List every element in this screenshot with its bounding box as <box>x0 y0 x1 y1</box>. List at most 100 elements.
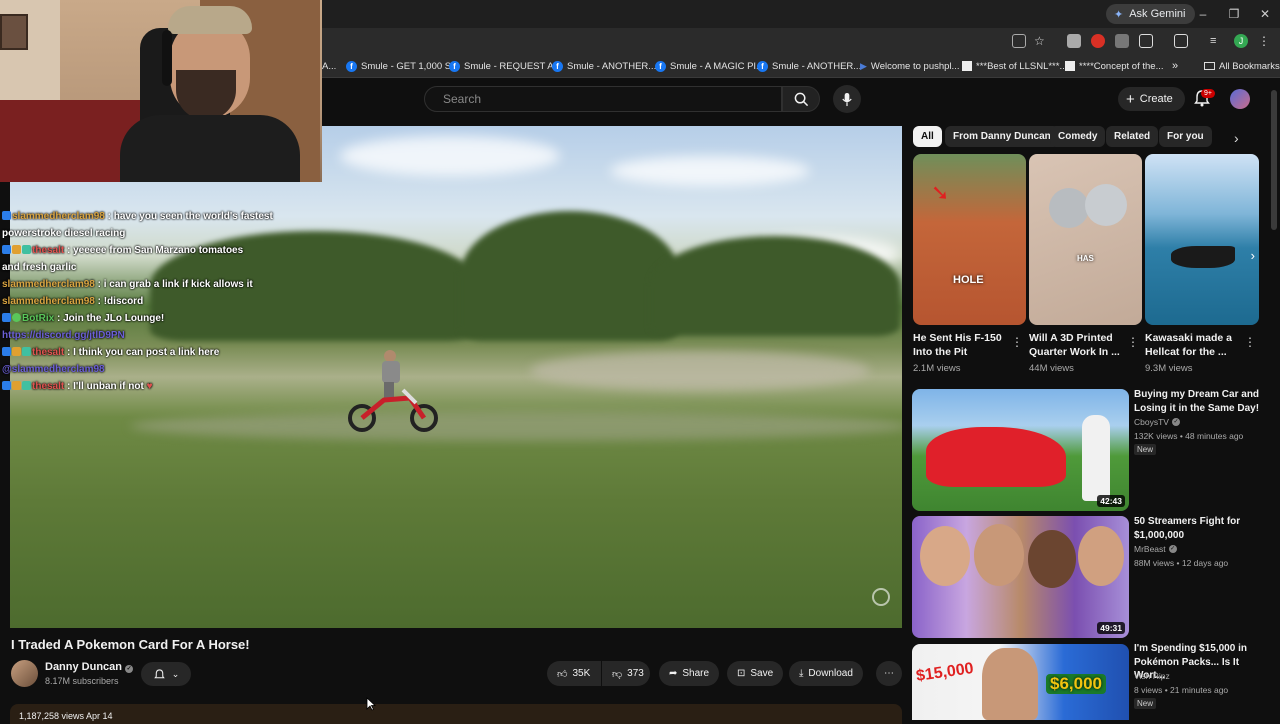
red-car <box>926 427 1066 487</box>
facebook-icon: f <box>449 60 460 72</box>
short-title[interactable]: Kawasaki made a Hellcat for the ... <box>1145 331 1239 359</box>
chip-from-channel[interactable]: From Danny Duncan <box>945 126 1059 147</box>
verified-icon: ✓ <box>1171 418 1180 426</box>
video-title: I Traded A Pokemon Card For A Horse! <box>11 637 250 652</box>
face <box>974 524 1024 586</box>
short-title[interactable]: Will A 3D Printed Quarter Work In ... <box>1029 331 1123 359</box>
shirt <box>120 115 300 182</box>
bookmark-item[interactable]: ▶ Welcome to pushpl... <box>860 58 959 74</box>
video-title-link[interactable]: Buying my Dream Car and Losing it in the… <box>1134 388 1260 415</box>
short-title[interactable]: He Sent His F-150 Into the Pit <box>913 331 1007 359</box>
voice-search-button[interactable] <box>833 85 861 113</box>
ask-gemini-button[interactable]: ✦ Ask Gemini <box>1106 4 1196 24</box>
chip-comedy[interactable]: Comedy <box>1050 126 1106 147</box>
bookmark-item[interactable]: f Smule - ANOTHER... <box>757 58 861 74</box>
more-vert-icon[interactable]: ⋮ <box>1127 335 1139 349</box>
short-overlay-text: HOLE <box>953 274 984 286</box>
search-button[interactable] <box>782 86 820 112</box>
bookmark-item[interactable]: f Smule - REQUEST A... <box>449 58 562 74</box>
channel-name[interactable]: CboysTV ✓ <box>1134 417 1180 427</box>
more-horiz-icon: ⋯ <box>884 668 894 679</box>
dislike-button[interactable]: 👎︎ 373 <box>602 661 650 686</box>
search-icon <box>794 92 808 106</box>
cloud <box>340 136 560 176</box>
short-overlay-text: HAS <box>1077 254 1094 263</box>
face <box>982 648 1038 720</box>
video-thumbnail[interactable]: 49:31 <box>912 516 1129 638</box>
subscription-bell-button[interactable]: ⌄ <box>141 662 191 686</box>
bookmark-icon: ⊡ <box>737 668 746 679</box>
dirt-track <box>130 411 902 441</box>
ask-gemini-label: Ask Gemini <box>1129 8 1186 20</box>
menu-lines-icon[interactable]: ≡ <box>1210 34 1224 48</box>
short-views: 2.1M views <box>913 363 961 374</box>
restore-icon[interactable]: ❐ <box>1225 5 1243 23</box>
install-icon[interactable] <box>1012 34 1026 48</box>
thumbs-down-icon: 👎︎ <box>612 668 623 680</box>
video-meta: 88M views • 12 days ago <box>1134 558 1229 568</box>
minimize-icon[interactable]: – <box>1194 5 1212 23</box>
chevron-right-icon[interactable]: › <box>1234 130 1239 146</box>
channel-name[interactable]: MrBeast ✓ <box>1134 544 1177 554</box>
bookmark-item[interactable]: ***Best of LLSNL***... <box>962 58 1067 74</box>
bookmark-item[interactable]: A... <box>322 58 336 74</box>
share-button[interactable]: ➦ Share <box>659 661 720 686</box>
channel-name[interactable]: Vish Ripz <box>1134 671 1170 681</box>
more-vert-icon[interactable]: ⋮ <box>1011 335 1023 349</box>
like-button[interactable]: 👍︎ 35K <box>547 661 601 686</box>
more-actions-button[interactable]: ⋯ <box>876 661 902 686</box>
bookmark-item[interactable]: ****Concept of the... <box>1065 58 1164 74</box>
search-input[interactable]: Search <box>424 86 782 112</box>
chat-message-continued: https://discord.gg/jtlD9PN <box>2 330 125 341</box>
thumbnail-text: $15,000 <box>915 660 975 685</box>
description-box[interactable]: 1,187,258 views Apr 14 <box>10 704 902 724</box>
next-arrow-icon[interactable]: › <box>1251 248 1255 263</box>
bookmark-item[interactable]: f Smule - A MAGIC PI... <box>655 58 764 74</box>
chat-message: slammedherclam98 : i can grab a link if … <box>2 279 253 290</box>
stream-chat-overlay: slammedherclam98 : have you seen the wor… <box>2 208 282 395</box>
video-thumbnail[interactable]: $15,000 $6,000 <box>912 644 1129 720</box>
bookmarks-overflow-button[interactable]: » <box>1172 58 1178 74</box>
chat-message-continued: and fresh garlic <box>2 262 77 273</box>
all-bookmarks-button[interactable]: All Bookmarks <box>1204 58 1280 74</box>
short-views: 9.3M views <box>1145 363 1193 374</box>
video-thumbnail[interactable]: 42:43 <box>912 389 1129 511</box>
red-arrow-icon: ➘ <box>931 180 950 205</box>
badge-icon <box>2 211 11 220</box>
extension-icon[interactable] <box>1091 34 1105 48</box>
short-thumbnail[interactable]: › <box>1145 154 1259 325</box>
extension-icon[interactable] <box>1067 34 1081 48</box>
folder-icon <box>1204 62 1215 70</box>
chat-message: BotRix : Join the JLo Lounge! <box>2 310 282 327</box>
chip-related[interactable]: Related <box>1106 126 1159 147</box>
bookmark-item[interactable]: f Smule - ANOTHER... <box>552 58 656 74</box>
more-vert-icon[interactable]: ⋮ <box>1244 335 1256 349</box>
dirt-track <box>530 351 870 391</box>
profile-avatar-icon[interactable]: J <box>1234 34 1248 48</box>
chip-all[interactable]: All <box>913 126 942 147</box>
bell-icon <box>153 668 165 678</box>
more-vert-icon[interactable]: ⋮ <box>1258 34 1272 48</box>
channel-name[interactable]: Danny Duncan ✓ <box>45 661 134 673</box>
extension-icon[interactable] <box>1115 34 1129 48</box>
badge-icon <box>22 381 31 390</box>
scrollbar[interactable] <box>1271 90 1277 230</box>
puzzle-icon[interactable] <box>1139 34 1153 48</box>
short-thumbnail[interactable]: ➘ HOLE <box>913 154 1026 325</box>
video-title-link[interactable]: 50 Streamers Fight for $1,000,000 <box>1134 515 1260 542</box>
download-button[interactable]: ⤓ Download <box>789 661 863 686</box>
dirt-bike-rider <box>348 350 438 432</box>
short-views: 44M views <box>1029 363 1074 374</box>
save-button[interactable]: ⊡ Save <box>727 661 784 686</box>
badge-icon <box>2 313 11 322</box>
treeline <box>460 211 680 341</box>
channel-avatar[interactable] <box>11 660 38 687</box>
bookmark-item[interactable]: f Smule - GET 1,000 S... <box>346 58 459 74</box>
short-thumbnail[interactable]: HAS <box>1029 154 1142 325</box>
account-avatar[interactable] <box>1230 89 1250 109</box>
close-icon[interactable]: ✕ <box>1256 5 1274 23</box>
star-icon[interactable]: ☆ <box>1034 34 1048 48</box>
create-button[interactable]: + Create <box>1118 87 1185 111</box>
sidepanel-icon[interactable] <box>1174 34 1188 48</box>
chip-for-you[interactable]: For you <box>1159 126 1212 147</box>
